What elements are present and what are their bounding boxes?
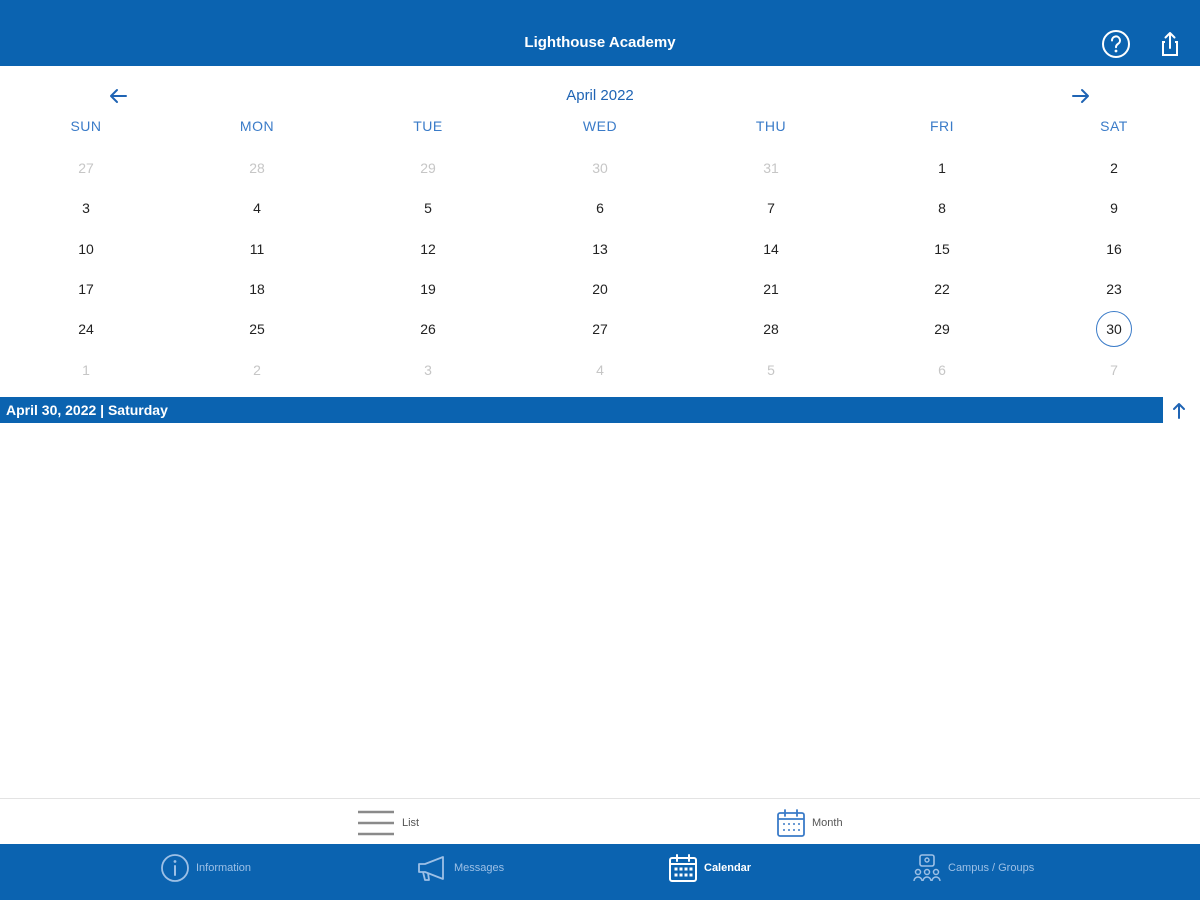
day-cell[interactable]: 25 [237,309,277,349]
day-cell[interactable]: 29 [408,148,448,188]
day-cell[interactable]: 5 [751,350,791,390]
day-cell[interactable]: 13 [580,229,620,269]
list-view-button[interactable]: List [356,807,419,839]
month-title: April 2022 [566,87,634,104]
day-cell[interactable]: 28 [237,148,277,188]
weekday-wed: WED [582,118,618,134]
next-month-button[interactable] [1068,84,1094,108]
app-root: Lighthouse Academy April 2022 SUN MON TU… [0,0,1200,900]
day-cell[interactable]: 7 [1094,350,1134,390]
month-view-button[interactable]: Month [776,807,843,839]
arrow-up-icon [1173,403,1185,419]
weekday-sun: SUN [70,118,102,134]
day-cell[interactable]: 12 [408,229,448,269]
calendar-grid: 27 28 29 30 31 1 2 3 4 5 6 7 8 9 10 11 12 13 14 15 16 17 18 19 2… [0,148,1200,390]
group-icon [913,854,941,882]
day-cell[interactable]: 26 [408,309,448,349]
day-cell-selected[interactable]: 30 [1096,311,1132,347]
page-title: Lighthouse Academy [524,34,676,51]
day-cell[interactable]: 15 [922,229,962,269]
selected-date-label: April 30, 2022 | Saturday [6,402,168,418]
tab-messages-label: Messages [454,862,505,874]
day-cell[interactable]: 6 [922,350,962,390]
day-cell[interactable]: 2 [237,350,277,390]
day-cell[interactable]: 6 [580,188,620,228]
day-cell[interactable]: 27 [580,309,620,349]
tab-messages[interactable]: Messages [416,852,504,884]
day-cell[interactable]: 1 [66,350,106,390]
tab-calendar-label: Calendar [704,862,752,874]
collapse-calendar-button[interactable] [1168,400,1190,422]
weekday-tue: TUE [413,118,443,134]
day-cell[interactable]: 23 [1094,269,1134,309]
day-cell[interactable]: 4 [237,188,277,228]
day-cell[interactable]: 2 [1094,148,1134,188]
day-cell[interactable]: 17 [66,269,106,309]
tab-information-label: Information [196,862,252,874]
megaphone-icon [418,856,444,881]
tab-campus-groups-label: Campus / Groups [948,862,1035,874]
day-cell[interactable]: 21 [751,269,791,309]
weekday-mon: MON [239,118,275,134]
tab-calendar[interactable]: Calendar [668,852,751,884]
day-cell[interactable]: 4 [580,350,620,390]
day-cell[interactable]: 29 [922,309,962,349]
day-cell[interactable]: 8 [922,188,962,228]
day-cell[interactable]: 14 [751,229,791,269]
day-cell[interactable]: 16 [1094,229,1134,269]
month-navigation: April 2022 [0,80,1200,112]
day-cell[interactable]: 7 [751,188,791,228]
weekday-sat: SAT [1100,118,1128,134]
day-cell[interactable]: 28 [751,309,791,349]
share-icon [1162,32,1178,56]
info-icon [161,854,189,882]
help-button[interactable] [1100,28,1132,60]
month-view-label: Month [812,817,843,829]
help-circle-icon [1102,30,1130,58]
tab-campus-groups[interactable]: Campus / Groups [912,852,1034,884]
view-switcher: List Month [0,798,1200,844]
weekday-header: SUN MON TUE WED THU FRI SAT [0,118,1200,140]
day-cell[interactable]: 19 [408,269,448,309]
month-calendar-icon [777,809,805,837]
day-cell[interactable]: 3 [408,350,448,390]
day-cell[interactable]: 27 [66,148,106,188]
weekday-thu: THU [755,118,787,134]
day-cell[interactable]: 22 [922,269,962,309]
day-cell[interactable]: 10 [66,229,106,269]
day-cell[interactable]: 1 [922,148,962,188]
selected-date-bar: April 30, 2022 | Saturday [0,397,1163,423]
calendar-icon [669,854,697,882]
day-cell[interactable]: 9 [1094,188,1134,228]
list-icon [358,810,394,836]
weekday-fri: FRI [929,118,955,134]
day-cell[interactable]: 11 [237,229,277,269]
day-cell[interactable]: 20 [580,269,620,309]
bottom-tab-bar: Information Messages Calendar Campus / G… [0,844,1200,900]
arrow-right-icon [1072,89,1089,103]
day-cell[interactable]: 5 [408,188,448,228]
day-cell[interactable]: 18 [237,269,277,309]
day-cell[interactable]: 3 [66,188,106,228]
app-header: Lighthouse Academy [0,0,1200,66]
list-view-label: List [402,817,420,829]
day-cell[interactable]: 24 [66,309,106,349]
share-button[interactable] [1154,28,1186,60]
tab-information[interactable]: Information [160,852,251,884]
day-cell[interactable]: 31 [751,148,791,188]
day-cell[interactable]: 30 [580,148,620,188]
